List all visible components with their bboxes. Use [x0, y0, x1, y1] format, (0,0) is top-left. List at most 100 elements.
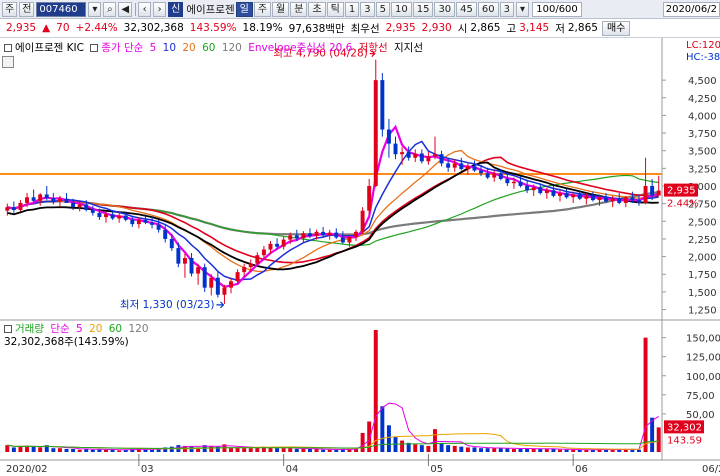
candle-body	[25, 197, 30, 203]
period-month-button[interactable]: 월	[272, 1, 290, 17]
period-minute-button[interactable]: 분	[290, 1, 308, 17]
volume-bar	[64, 448, 69, 452]
volume-tick-label: 125,00	[686, 353, 720, 364]
volume-bar	[334, 449, 339, 452]
candle-body	[525, 186, 530, 191]
volume-bar	[143, 449, 148, 452]
legend-ma-label: 종가 단순	[101, 42, 144, 54]
low-annotation: 최저 1,330 (03/23)	[120, 299, 215, 311]
volume-bar	[656, 427, 661, 452]
minute-30-button[interactable]: 30	[434, 1, 456, 17]
candle-body	[643, 186, 648, 203]
volume-bar	[373, 330, 378, 452]
volume-current: 32,302,368주(143.59%)	[4, 336, 129, 348]
period-tick-button[interactable]: 틱	[326, 1, 344, 17]
volume-checkbox[interactable]	[4, 325, 12, 333]
volume-bar	[400, 440, 405, 452]
candle-body	[38, 194, 43, 201]
volume-tick-label: 150,00	[686, 334, 720, 345]
price-tick-label: 1,500	[688, 288, 717, 299]
priority-label: 최우선	[350, 22, 380, 35]
volume-tick-label: 100,00	[686, 372, 720, 383]
price-tick-label: 2,500	[688, 217, 717, 228]
candle-body	[176, 248, 181, 264]
candle-body	[360, 210, 365, 232]
buy-button[interactable]: 매수	[601, 20, 631, 36]
volume-bar	[38, 447, 43, 452]
ma-checkbox[interactable]	[90, 44, 99, 52]
price-tick-label: 2,000	[688, 253, 717, 264]
volume-bar	[5, 445, 10, 452]
candle-body	[636, 200, 641, 203]
period-day-button[interactable]: 일	[235, 1, 253, 17]
candle-body	[130, 219, 135, 225]
candle-body	[551, 190, 556, 196]
minute-1-button[interactable]: 1	[344, 1, 360, 17]
speaker-icon[interactable]: ◀	[118, 1, 133, 17]
candle-body	[558, 193, 562, 196]
period-second-button[interactable]: 초	[308, 1, 326, 17]
candle-body	[123, 215, 128, 220]
candle-body	[143, 219, 148, 223]
candle-body	[577, 194, 582, 199]
volume-bar	[57, 448, 62, 452]
volume-bar	[209, 445, 214, 452]
minute-60-button[interactable]: 60	[477, 1, 499, 17]
minute-5-button[interactable]: 5	[375, 1, 390, 17]
candle-body	[393, 143, 398, 155]
candle-body	[64, 198, 69, 203]
volume-bar	[51, 448, 56, 452]
candle-body	[229, 281, 233, 288]
legend-support: 지지선	[394, 42, 423, 54]
candle-body	[314, 231, 319, 237]
open-label: 시	[457, 22, 468, 35]
price-legend: 에이프로젠 KIC 종가 단순 5 10 20 60 120 Envelope중…	[4, 40, 426, 55]
minute-3-button[interactable]: 3	[360, 1, 375, 17]
minute-45-button[interactable]: 45	[456, 1, 477, 17]
chart-settings-icon[interactable]	[2, 56, 14, 68]
minute-15-button[interactable]: 15	[412, 1, 434, 17]
interval-dropdown[interactable]: 3	[499, 1, 515, 17]
candle-body	[630, 197, 635, 201]
candle-body	[84, 204, 89, 210]
candle-body	[406, 152, 411, 158]
candle-body	[182, 258, 187, 264]
period-week-button[interactable]: 주	[253, 1, 272, 17]
price-volume-chart: 1,2501,5001,7502,0002,2502,5002,7503,000…	[0, 38, 720, 475]
candle-body	[479, 170, 484, 174]
volume-bar	[248, 448, 253, 452]
candle-body	[51, 198, 56, 202]
candle-body	[334, 232, 339, 238]
candle-body	[189, 258, 194, 274]
volume-bar	[472, 447, 477, 452]
menu2-button[interactable]: 전	[19, 1, 35, 17]
date-field[interactable]: 2020/06/2	[662, 2, 720, 17]
interval-chevron-down-icon[interactable]: ▾	[516, 1, 530, 17]
search-icon[interactable]: ⌕	[103, 1, 117, 17]
ask-price: 2,935	[385, 22, 416, 34]
candle-body	[255, 255, 260, 264]
price-tick-label: 4,250	[688, 94, 717, 105]
lc-label: LC:120	[686, 40, 720, 51]
menu1-button[interactable]: 주	[2, 1, 18, 17]
dropdown-arrow-icon[interactable]: ▾	[88, 1, 102, 17]
legend-checkbox[interactable]	[4, 44, 12, 52]
open-price: 2,865	[470, 22, 501, 34]
minute-10-button[interactable]: 10	[390, 1, 412, 17]
chart-area[interactable]: 1,250 1,500 1,750 2,000 2,250 2,500 2,750 3,000…	[0, 38, 720, 476]
stock-code-input[interactable]: 007460	[36, 1, 87, 17]
volume-bar	[531, 448, 536, 452]
candle-body	[242, 267, 247, 273]
next-icon[interactable]: ›	[153, 1, 167, 17]
volume-bar	[104, 449, 108, 452]
bar-count-field[interactable]: 100/600	[532, 1, 583, 17]
prev-icon[interactable]: ‹	[138, 1, 152, 17]
candle-body	[400, 152, 405, 155]
volume-bar	[386, 425, 391, 452]
candle-body	[248, 263, 253, 268]
volume-pct-tag: 143.59	[667, 435, 702, 446]
legend-stock-name: 에이프로젠 KIC	[15, 42, 84, 54]
candle-body	[505, 178, 510, 184]
time-axis-label: 2020/02	[6, 464, 48, 475]
volume-bar	[281, 448, 286, 452]
